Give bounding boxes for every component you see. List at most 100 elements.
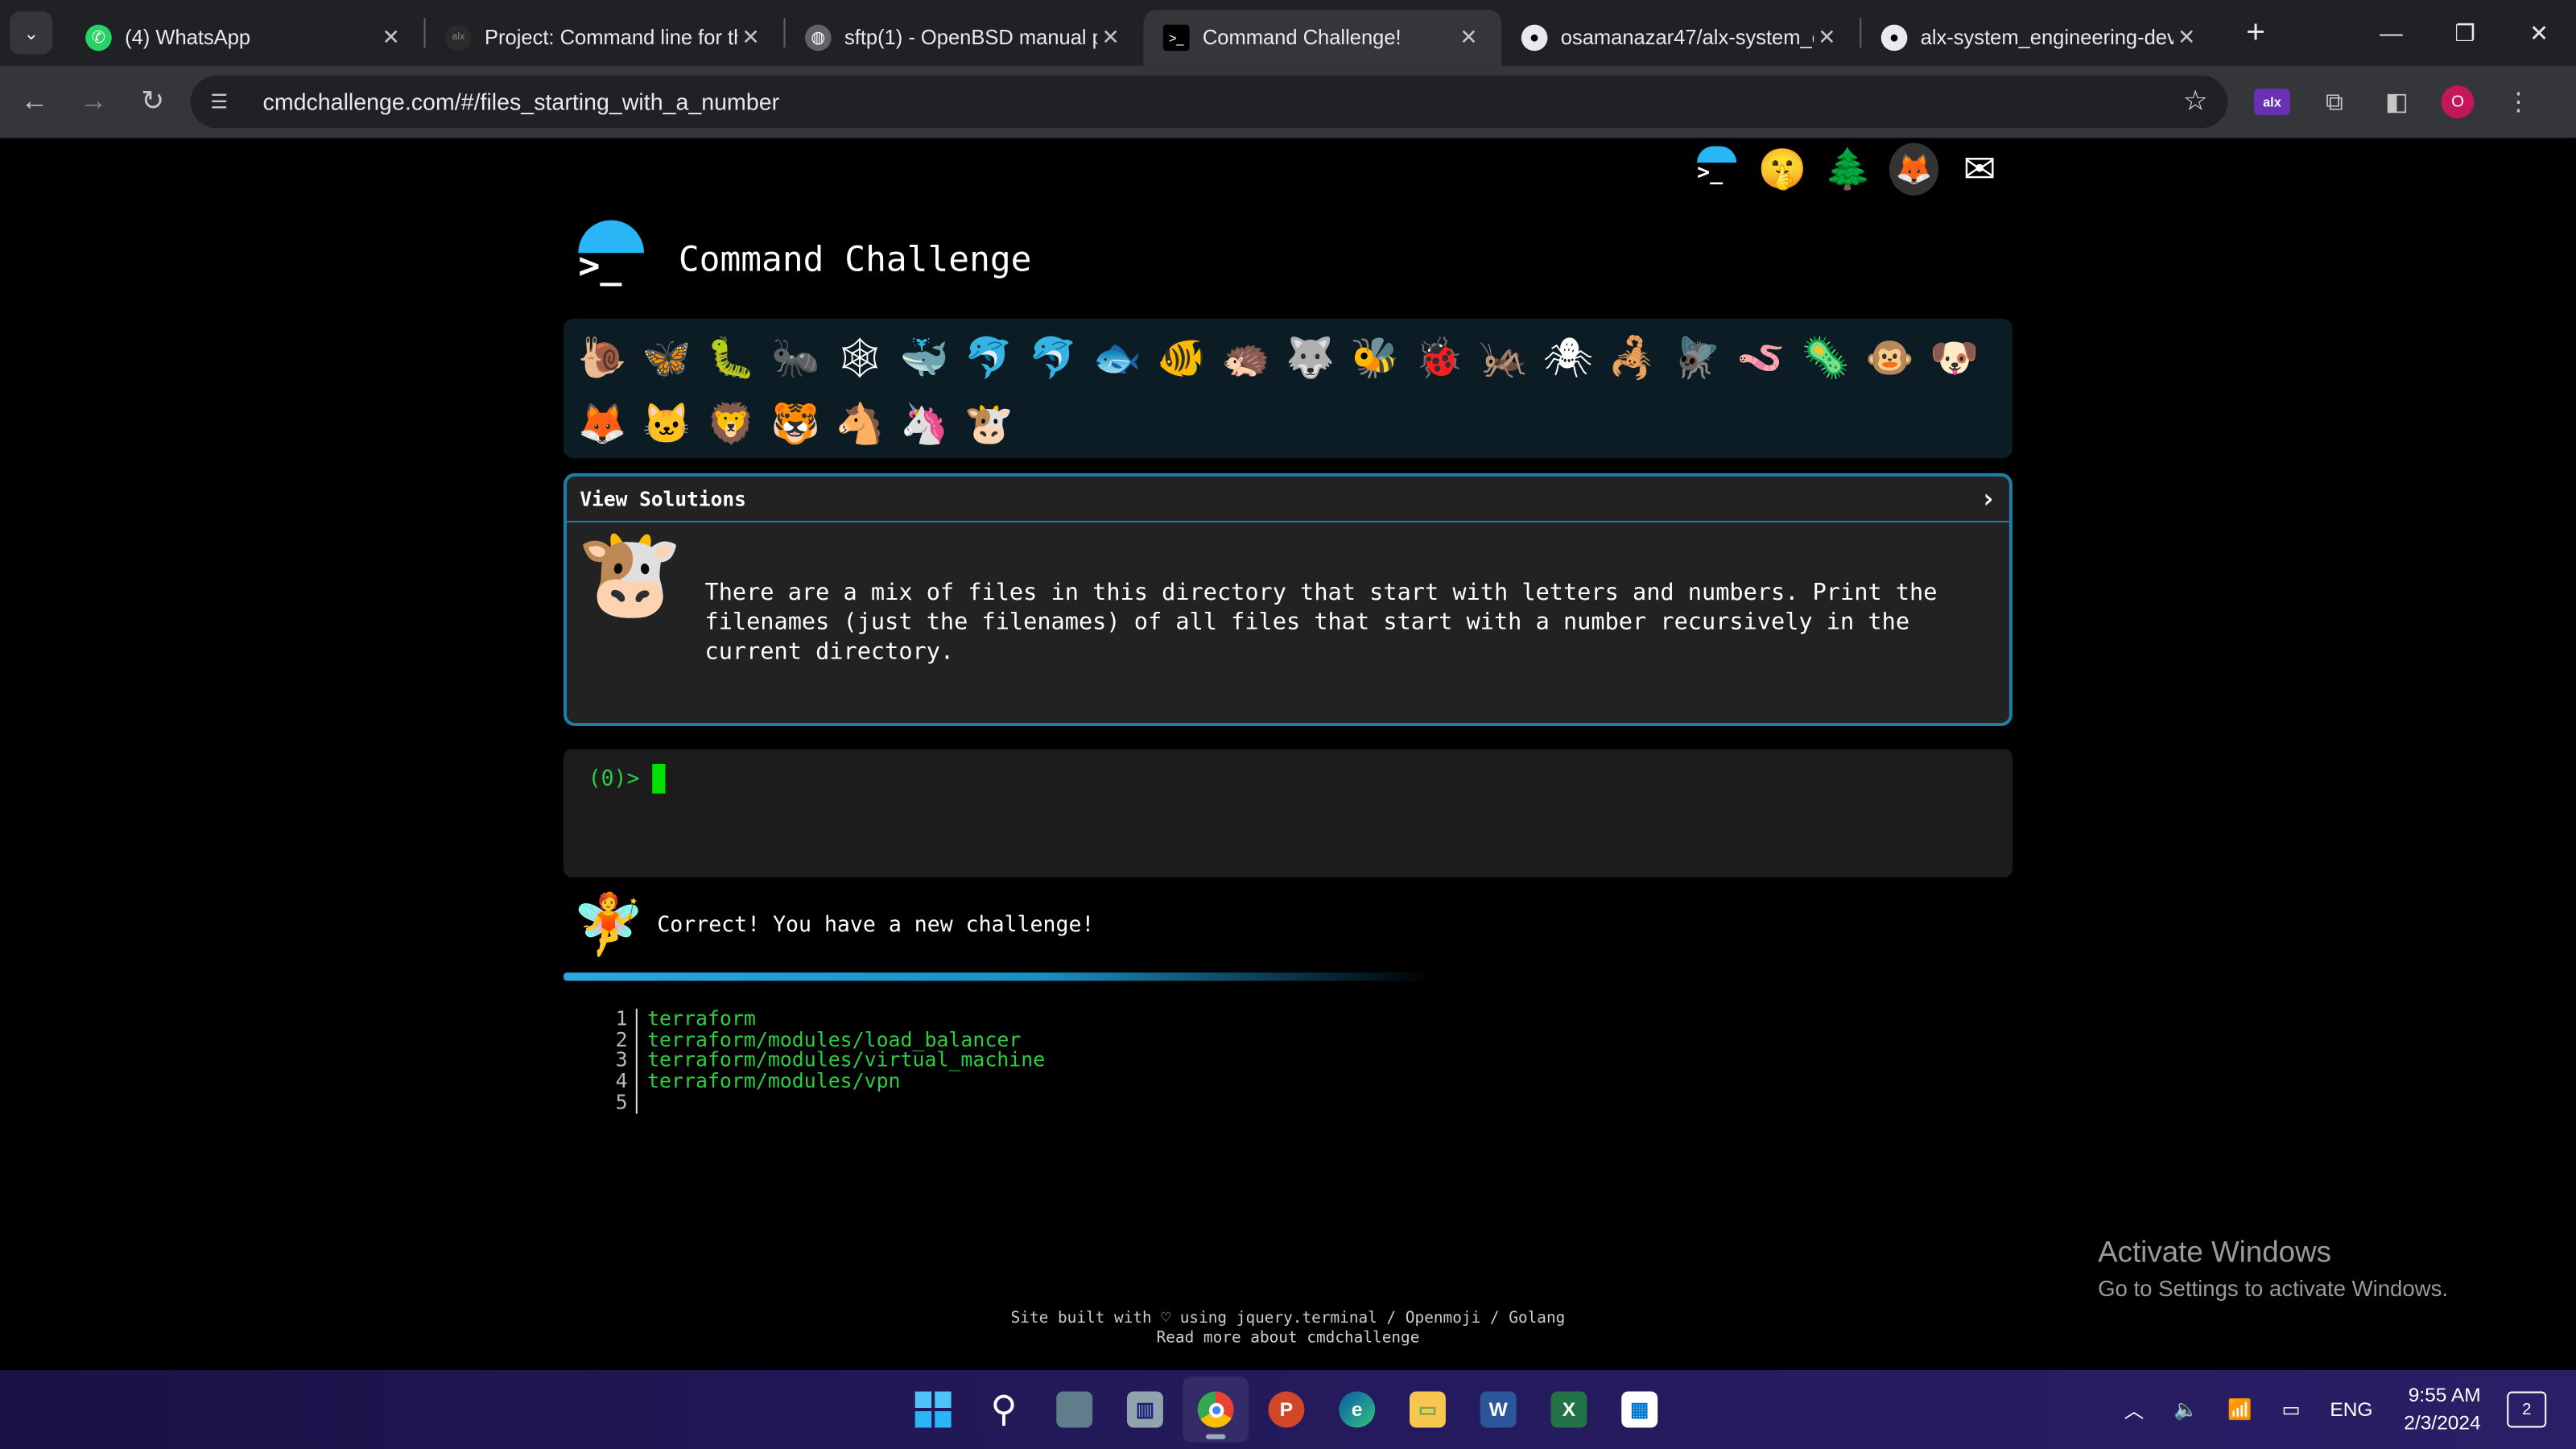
tab-title: alx-system_engineering-dev [1920,26,2174,50]
language-indicator[interactable]: ENG [2330,1398,2372,1422]
challenge-animal-icon[interactable]: 🦁 [699,391,763,457]
view-solutions-label: View Solutions [580,487,746,510]
terminal-input[interactable]: (0)> [563,749,2013,877]
challenge-animal-icon[interactable]: 🪰 [1665,325,1729,391]
task-view-icon[interactable] [1042,1377,1108,1443]
challenge-animal-icon[interactable]: 🦗 [1472,325,1536,391]
chevron-up-icon[interactable]: ︿ [2124,1396,2145,1424]
store-icon[interactable]: ▦ [1607,1377,1673,1443]
gitlab-icon[interactable]: 🦊 [1889,142,1939,197]
challenge-animal-icon[interactable]: 🐬 [1021,325,1085,391]
restore-icon[interactable]: ❐ [2428,0,2502,66]
challenge-animal-icon[interactable]: 🕸 [828,325,892,391]
challenge-animal-icon[interactable]: 🦔 [1214,325,1278,391]
speaker-icon[interactable]: 🔈 [2174,1398,2198,1422]
challenge-animal-icon[interactable]: 🦂 [1600,325,1665,391]
challenge-animal-icon[interactable]: 🐴 [828,391,892,457]
challenge-animal-icon[interactable]: 🐱 [634,391,699,457]
challenge-animal-icon[interactable]: 🐯 [763,391,828,457]
clock[interactable]: 9:55 AM 2/3/2024 [2404,1381,2480,1437]
profile-avatar[interactable]: O [2441,85,2475,118]
notification-icon[interactable]: 2 [2507,1391,2547,1428]
activate-windows-watermark: Activate Windows Go to Settings to activ… [2098,1236,2448,1302]
challenge-animal-icon[interactable]: 🦊 [570,391,634,457]
challenge-animal-icon[interactable]: 🐞 [1407,325,1472,391]
tree-icon[interactable]: 🌲 [1823,142,1872,197]
envelope-icon[interactable]: ✉ [1955,142,2004,197]
tab-whatsapp[interactable]: ✆ (4) WhatsApp ✕ [66,10,424,65]
word-icon[interactable]: W [1465,1377,1531,1443]
line-number: 4 [605,1071,638,1092]
close-tab-icon[interactable]: ✕ [378,25,404,52]
alx-extension-icon[interactable]: alx [2253,89,2290,115]
challenge-animal-icon[interactable]: 🐝 [1343,325,1407,391]
challenge-animal-icon[interactable]: 🐛 [699,325,763,391]
edge-icon[interactable]: e [1324,1377,1390,1443]
watermark-subtitle: Go to Settings to activate Windows. [2098,1276,2449,1302]
powerpoint-icon[interactable]: P [1253,1377,1319,1443]
new-tab-button[interactable]: + [2232,10,2278,56]
terminal-cursor [652,763,666,794]
site-info-icon[interactable]: ☰ [210,90,240,114]
forward-icon[interactable]: → [66,74,122,130]
close-tab-icon[interactable]: ✕ [737,25,764,52]
address-bar[interactable]: ☰ cmdchallenge.com/#/files_starting_with… [190,75,2228,129]
view-solutions-toggle[interactable]: View Solutions › [567,477,2009,522]
challenge-animal-icon[interactable]: 🐟 [1085,325,1150,391]
challenge-animal-icon[interactable]: 🪱 [1729,325,1794,391]
bookmark-star-icon[interactable]: ☆ [2183,85,2208,118]
challenge-animal-icon[interactable]: 🦠 [1794,325,1858,391]
challenge-animal-icon[interactable]: 🐮 [956,391,1021,457]
challenge-animal-icon[interactable]: 🐶 [1922,325,1987,391]
terminal-logo-icon[interactable]: >_ [1692,142,1741,197]
window-controls: — ❐ ✕ [2354,0,2576,66]
challenge-animal-icon[interactable]: 🦄 [892,391,956,457]
challenge-animal-icon[interactable]: 🐵 [1858,325,1922,391]
close-tab-icon[interactable]: ✕ [1814,25,1840,52]
url-text[interactable]: cmdchallenge.com/#/files_starting_with_a… [263,89,2183,115]
challenge-animal-icon[interactable]: 🦋 [634,325,699,391]
side-panel-icon[interactable]: ◧ [2379,84,2415,120]
menu-kebab-icon[interactable]: ⋮ [2500,84,2537,120]
tab-search-dropdown-icon[interactable]: ⌄ [10,11,53,55]
chevron-right-icon[interactable]: › [1980,483,1996,514]
globe-icon: ◍ [804,24,832,52]
tab-sftp[interactable]: ◍ sftp(1) - OpenBSD manual pa ✕ [786,10,1144,65]
close-window-icon[interactable]: ✕ [2502,0,2576,66]
line-number: 5 [605,1092,638,1113]
challenge-animal-icon[interactable]: 🐌 [570,325,634,391]
file-explorer-icon[interactable]: ▭ [1395,1377,1461,1443]
page-title: Command Challenge [678,239,1032,279]
output-line: 5 [605,1092,1045,1113]
challenge-animal-icon[interactable]: 🐳 [892,325,956,391]
tab-github-1[interactable]: ● osamanazar47/alx-system_en ✕ [1501,10,1860,65]
excel-icon[interactable]: X [1536,1377,1602,1443]
tab-project[interactable]: alx Project: Command line for th ✕ [426,10,784,65]
battery-icon[interactable]: ▭ [2282,1398,2301,1422]
challenge-animal-icon[interactable]: 🐺 [1278,325,1343,391]
tab-command-challenge[interactable]: >_ Command Challenge! ✕ [1143,10,1502,66]
start-icon[interactable] [900,1377,966,1443]
widgets-icon[interactable]: ▥ [1113,1377,1179,1443]
line-number: 2 [605,1030,638,1051]
challenge-animal-icon[interactable]: 🐠 [1150,325,1214,391]
challenge-animal-icon[interactable]: 🐜 [763,325,828,391]
extensions-puzzle-icon[interactable]: ⧉ [2317,84,2353,120]
tab-github-2[interactable]: ● alx-system_engineering-dev ✕ [1861,10,2219,65]
network-icon[interactable]: 📶 [2227,1398,2252,1422]
line-text: terraform [647,1007,756,1030]
close-tab-icon[interactable]: ✕ [1455,25,1482,52]
close-tab-icon[interactable]: ✕ [2174,25,2200,52]
shushing-face-icon[interactable]: 🤫 [1758,142,1807,197]
search-icon[interactable]: ⚲ [971,1377,1037,1443]
footer-about-link[interactable]: Read more about cmdchallenge [0,1329,2576,1348]
back-icon[interactable]: ← [6,74,62,130]
result-message: Correct! You have a new challenge! [657,912,1095,938]
reload-icon[interactable]: ↻ [125,74,180,130]
chrome-icon[interactable] [1183,1377,1249,1443]
challenge-animal-icon[interactable]: 🕷 [1536,325,1600,391]
line-text: terraform/modules/virtual_machine [647,1048,1046,1072]
minimize-icon[interactable]: — [2354,0,2428,66]
close-tab-icon[interactable]: ✕ [1097,25,1124,52]
challenge-animal-icon[interactable]: 🐬 [956,325,1021,391]
